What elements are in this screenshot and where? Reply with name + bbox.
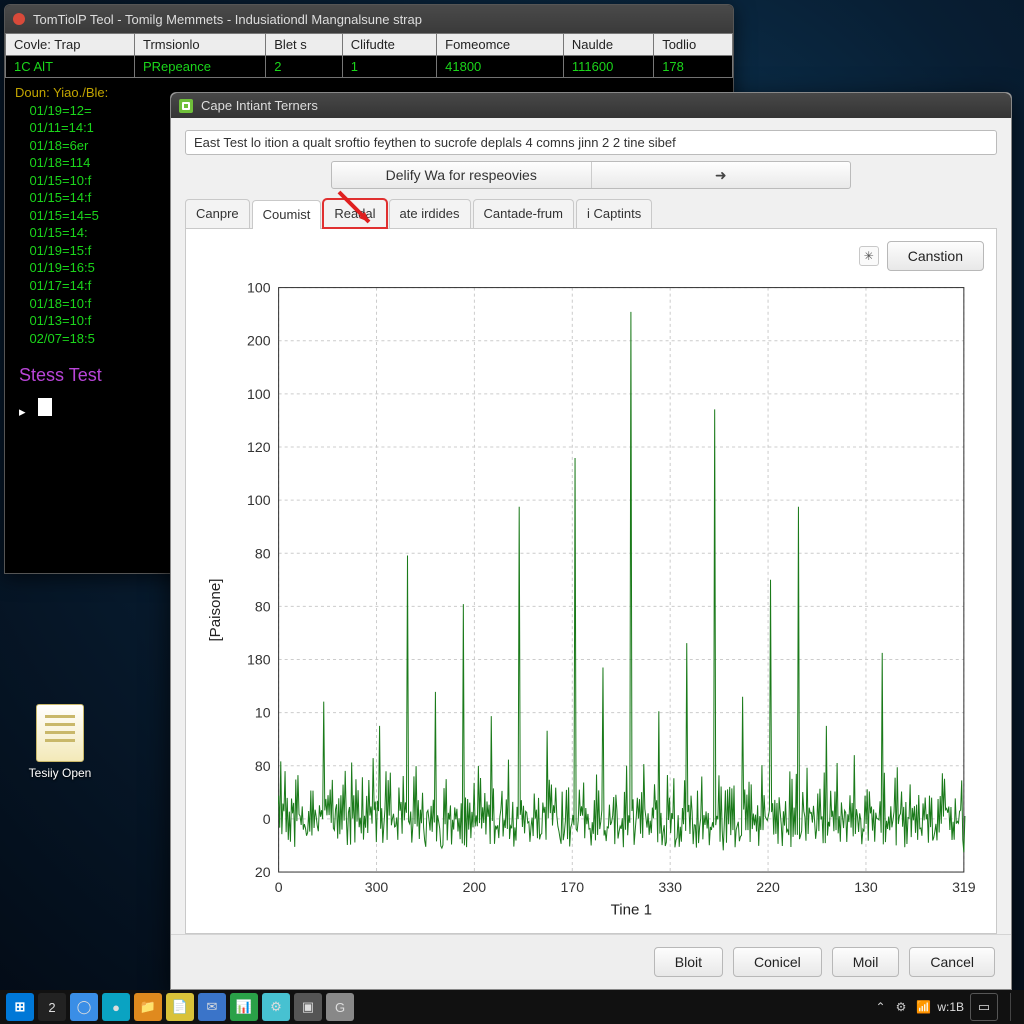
tray-icon[interactable]: 📶: [916, 1000, 931, 1014]
notifications-icon[interactable]: ▭: [970, 993, 998, 1021]
svg-text:0: 0: [275, 879, 283, 895]
svg-text:100: 100: [247, 386, 271, 402]
svg-text:10: 10: [255, 705, 271, 721]
taskbar-clock[interactable]: w:1B: [937, 1000, 964, 1014]
tab-i-captints[interactable]: i Captints: [576, 199, 652, 228]
combo-label: Delify Wa for respeovies: [332, 163, 591, 187]
taskbar-app[interactable]: 📁: [134, 993, 162, 1021]
chart-action-button[interactable]: Canstion: [887, 241, 984, 271]
svg-text:319: 319: [952, 879, 976, 895]
dialog-titlebar[interactable]: Cape Intiant Terners: [171, 93, 1011, 118]
svg-text:80: 80: [255, 598, 271, 614]
terminal-title-text: TomTiolP Teol - Tomilg Memmets - Indusia…: [33, 12, 422, 27]
terminal-titlebar[interactable]: TomTiolP Teol - Tomilg Memmets - Indusia…: [5, 5, 733, 33]
table-header-row: Covle: Trap Trmsionlo Blet s Clifudte Fo…: [6, 34, 733, 56]
chart-options-icon[interactable]: ✳: [859, 246, 879, 266]
conicel-button[interactable]: Conicel: [733, 947, 822, 977]
col-h[interactable]: Clifudte: [342, 34, 436, 56]
svg-text:80: 80: [255, 545, 271, 561]
close-icon[interactable]: [13, 13, 25, 25]
dialog-button-row: Bloit Conicel Moil Cancel: [171, 934, 1011, 989]
taskbar-app[interactable]: ⚙: [262, 993, 290, 1021]
taskbar-app[interactable]: ●: [102, 993, 130, 1021]
svg-text:220: 220: [756, 879, 780, 895]
start-button[interactable]: ⊞: [6, 993, 34, 1021]
app-icon: [179, 99, 193, 113]
svg-text:200: 200: [247, 333, 271, 349]
cursor-icon: [38, 398, 52, 416]
log-header: Doun: Yiao./Ble:: [15, 85, 108, 100]
svg-text:130: 130: [854, 879, 878, 895]
document-icon: [36, 704, 84, 762]
y-axis-label: [Paisone]: [207, 579, 224, 642]
taskbar-app[interactable]: ▣: [294, 993, 322, 1021]
svg-text:330: 330: [658, 879, 682, 895]
chevron-right-icon[interactable]: ➜: [591, 162, 851, 188]
svg-text:80: 80: [255, 758, 271, 774]
tab-ate-irdides[interactable]: ate irdides: [389, 199, 471, 228]
desktop-icon-label: Tesiiy Open: [29, 766, 92, 780]
mode-combo[interactable]: Delify Wa for respeovies ➜: [331, 161, 851, 189]
taskbar-app[interactable]: 📄: [166, 993, 194, 1021]
bloit-button[interactable]: Bloit: [654, 947, 723, 977]
dialog-window: Cape Intiant Terners East Test lo ition …: [170, 92, 1012, 990]
desktop-icon[interactable]: Tesiiy Open: [16, 704, 104, 780]
col-h[interactable]: Trmsionlo: [135, 34, 266, 56]
cancel-button[interactable]: Cancel: [909, 947, 995, 977]
col-h[interactable]: Fomeomce: [437, 34, 564, 56]
svg-text:180: 180: [247, 652, 271, 668]
table-row: 1C AlT PRepeance 2 1 41800 111600 178: [6, 56, 733, 78]
svg-text:120: 120: [247, 439, 271, 455]
taskbar-app[interactable]: ✉: [198, 993, 226, 1021]
chart-panel: ✳ Canstion 10020010012010080801801080020…: [185, 229, 997, 934]
moil-button[interactable]: Moil: [832, 947, 900, 977]
terminal-table: Covle: Trap Trmsionlo Blet s Clifudte Fo…: [5, 33, 733, 78]
svg-text:20: 20: [255, 864, 271, 880]
col-h[interactable]: Blet s: [266, 34, 343, 56]
system-tray[interactable]: ⌃ ⚙ 📶: [876, 1000, 932, 1014]
col-h[interactable]: Covle: Trap: [6, 34, 135, 56]
tray-icon[interactable]: ⚙: [896, 1000, 907, 1014]
svg-text:100: 100: [247, 492, 271, 508]
svg-text:100: 100: [247, 280, 271, 296]
taskbar: ⊞2◯●📁📄✉📊⚙▣G ⌃⚙📶 w:1B ▭: [0, 990, 1024, 1024]
col-h[interactable]: Naulde: [563, 34, 653, 56]
svg-text:0: 0: [263, 811, 271, 827]
tab-bar: CanpreCoumistReadalate irdidesCantade-fr…: [185, 199, 997, 229]
tab-coumist[interactable]: Coumist: [252, 200, 322, 229]
taskbar-app[interactable]: G: [326, 993, 354, 1021]
taskbar-app[interactable]: 📊: [230, 993, 258, 1021]
svg-text:170: 170: [561, 879, 585, 895]
svg-text:200: 200: [463, 879, 487, 895]
taskbar-app[interactable]: 2: [38, 993, 66, 1021]
info-text: East Test lo ition a qualt sroftio feyth…: [185, 130, 997, 155]
tray-icon[interactable]: ⌃: [876, 1000, 886, 1014]
tab-cantade-frum[interactable]: Cantade-frum: [473, 199, 574, 228]
x-axis-label: Tine 1: [611, 901, 652, 918]
dialog-title-text: Cape Intiant Terners: [201, 98, 318, 113]
tab-canpre[interactable]: Canpre: [185, 199, 250, 228]
tab-readal[interactable]: Readal: [323, 199, 386, 228]
taskbar-app[interactable]: ◯: [70, 993, 98, 1021]
show-desktop[interactable]: [1010, 993, 1018, 1021]
col-h[interactable]: Todlio: [654, 34, 733, 56]
svg-text:300: 300: [365, 879, 389, 895]
response-chart: 10020010012010080801801080020 0300200170…: [198, 275, 984, 925]
